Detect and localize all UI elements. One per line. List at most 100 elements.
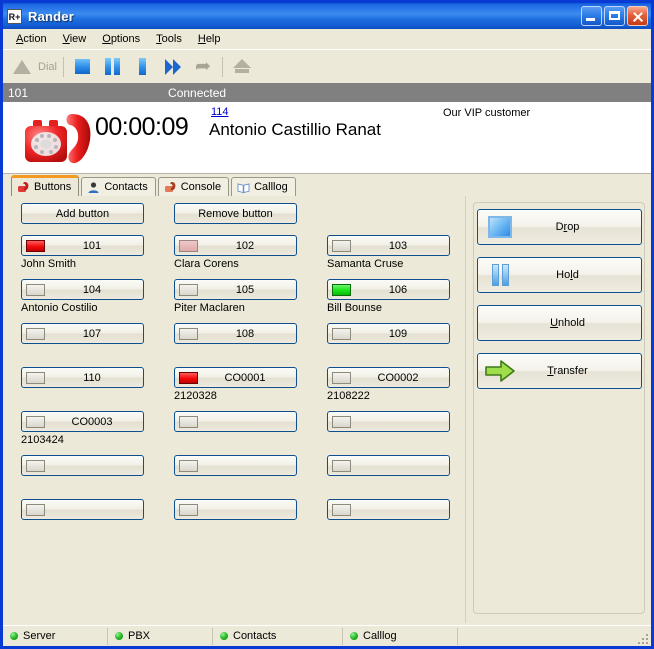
transfer-button[interactable]: Transfer <box>477 353 642 389</box>
status-led-icon <box>179 460 198 472</box>
speed-dial-button-empty[interactable] <box>327 455 450 476</box>
app-icon: R+ <box>7 9 22 24</box>
speed-dial-button-empty[interactable] <box>174 411 297 432</box>
speed-dial-button-label: CO0001 <box>198 372 296 384</box>
speed-dial-cell: 102 Clara Corens <box>174 235 297 271</box>
speed-dial-button-label: 103 <box>351 240 449 252</box>
menu-bar: Action View Options Tools Help <box>3 29 651 49</box>
speed-dial-button-label: 109 <box>351 328 449 340</box>
speed-dial-rows: 101John Smith102Clara Corens103Samanta C… <box>21 235 451 535</box>
toolbar-dial-button[interactable] <box>7 53 37 81</box>
speed-dial-button-110[interactable]: 110 <box>21 367 144 388</box>
speed-dial-caption <box>21 390 144 403</box>
speed-dial-button-empty[interactable] <box>327 411 450 432</box>
speed-dial-cell <box>21 455 144 491</box>
speed-dial-button-107[interactable]: 107 <box>21 323 144 344</box>
status-bar: Server PBX Contacts Calllog <box>3 625 651 646</box>
hold-button[interactable]: Hold <box>477 257 642 293</box>
speed-dial-cell <box>21 499 144 535</box>
speed-dial-cell: 104Antonio Costilio <box>21 279 144 315</box>
speed-dial-button-108[interactable]: 108 <box>174 323 297 344</box>
speed-dial-caption: John Smith <box>21 258 144 271</box>
status-label: Server <box>23 630 55 642</box>
status-led-icon <box>26 460 45 472</box>
speed-dial-button-106[interactable]: 106 <box>327 279 450 300</box>
status-cell-contacts[interactable]: Contacts <box>213 628 343 645</box>
status-cell-pbx[interactable]: PBX <box>108 628 213 645</box>
tab-console[interactable]: Console <box>158 177 229 196</box>
status-led-icon <box>332 240 351 252</box>
status-led-icon <box>332 284 351 296</box>
drop-button[interactable]: Drop <box>477 209 642 245</box>
speed-dial-button-empty[interactable] <box>327 499 450 520</box>
speed-dial-cell: 109 <box>327 323 450 359</box>
menu-item-tools[interactable]: Tools <box>148 31 190 47</box>
panel-divider <box>465 196 466 623</box>
toolbar-drop-button[interactable] <box>68 53 98 81</box>
add-button[interactable]: Add button <box>21 203 144 224</box>
speed-dial-caption <box>174 478 297 491</box>
transfer-button-label: Transfer <box>522 365 641 377</box>
speed-dial-button-label: CO0003 <box>45 416 143 428</box>
status-ok-icon <box>350 632 358 640</box>
menu-item-view[interactable]: View <box>55 31 95 47</box>
speed-dial-button-CO0002[interactable]: CO0002 <box>327 367 450 388</box>
maximize-button[interactable] <box>604 6 625 26</box>
status-cell-server[interactable]: Server <box>3 628 108 645</box>
speed-dial-caption <box>174 522 297 535</box>
toolbar-hold-button[interactable] <box>98 53 128 81</box>
toolbar-forward-button[interactable]: ➦ <box>188 53 218 81</box>
speed-dial-button-101[interactable]: 101 <box>21 235 144 256</box>
tab-label: Calllog <box>254 181 288 193</box>
speed-dial-caption: Clara Corens <box>174 258 297 271</box>
minimize-button[interactable] <box>581 6 602 26</box>
toolbar-conference-button[interactable] <box>227 53 257 81</box>
menu-item-action[interactable]: Action <box>8 31 55 47</box>
grid-toolbar-spacer <box>327 203 450 224</box>
remove-button-cell: Remove button <box>174 203 297 224</box>
speed-dial-button-empty[interactable] <box>21 499 144 520</box>
status-led-icon <box>332 504 351 516</box>
speed-dial-button-label: 104 <box>45 284 143 296</box>
speed-dial-button-empty[interactable] <box>21 455 144 476</box>
status-led-icon <box>179 284 198 296</box>
drop-button-label: Drop <box>522 221 641 233</box>
speed-dial-button-105[interactable]: 105 <box>174 279 297 300</box>
status-led-icon <box>332 328 351 340</box>
tab-contacts[interactable]: Contacts <box>81 177 155 196</box>
speed-dial-button-103[interactable]: 103 <box>327 235 450 256</box>
speed-dial-cell: 105Piter Maclaren <box>174 279 297 315</box>
speed-dial-button-104[interactable]: 104 <box>21 279 144 300</box>
resize-grip[interactable] <box>636 632 648 644</box>
status-led-icon <box>179 416 198 428</box>
unhold-button-label: Unhold <box>522 317 641 329</box>
menu-item-options[interactable]: Options <box>94 31 148 47</box>
speed-dial-button-label: 101 <box>45 240 143 252</box>
speed-dial-button-empty[interactable] <box>174 499 297 520</box>
speed-dial-caption <box>21 478 144 491</box>
toolbar-transfer-button[interactable] <box>158 53 188 81</box>
speed-dial-caption <box>327 346 450 359</box>
status-cell-calllog[interactable]: Calllog <box>343 628 458 645</box>
add-button-cell: Add button <box>21 203 144 224</box>
tab-buttons[interactable]: Buttons <box>11 175 79 196</box>
close-button[interactable] <box>627 6 648 26</box>
speed-dial-button-CO0003[interactable]: CO0003 <box>21 411 144 432</box>
speed-dial-button-empty[interactable] <box>174 455 297 476</box>
status-led-icon <box>332 372 351 384</box>
caller-name: Antonio Castillio Ranat <box>209 119 439 140</box>
tab-label: Contacts <box>104 181 147 193</box>
unhold-button[interactable]: Unhold <box>477 305 642 341</box>
speed-dial-cell <box>327 411 450 447</box>
tab-calllog[interactable]: Calllog <box>231 177 296 196</box>
dial-icon <box>13 60 31 74</box>
speed-dial-button-109[interactable]: 109 <box>327 323 450 344</box>
remove-button[interactable]: Remove button <box>174 203 297 224</box>
speed-dial-caption: 2108222 <box>327 390 450 403</box>
transfer-arrow-icon <box>478 359 522 383</box>
caller-number-link[interactable]: 114 <box>211 106 229 118</box>
menu-item-help[interactable]: Help <box>190 31 229 47</box>
speed-dial-button-102[interactable]: 102 <box>174 235 297 256</box>
speed-dial-button-CO0001[interactable]: CO0001 <box>174 367 297 388</box>
toolbar-unhold-button[interactable] <box>128 53 158 81</box>
